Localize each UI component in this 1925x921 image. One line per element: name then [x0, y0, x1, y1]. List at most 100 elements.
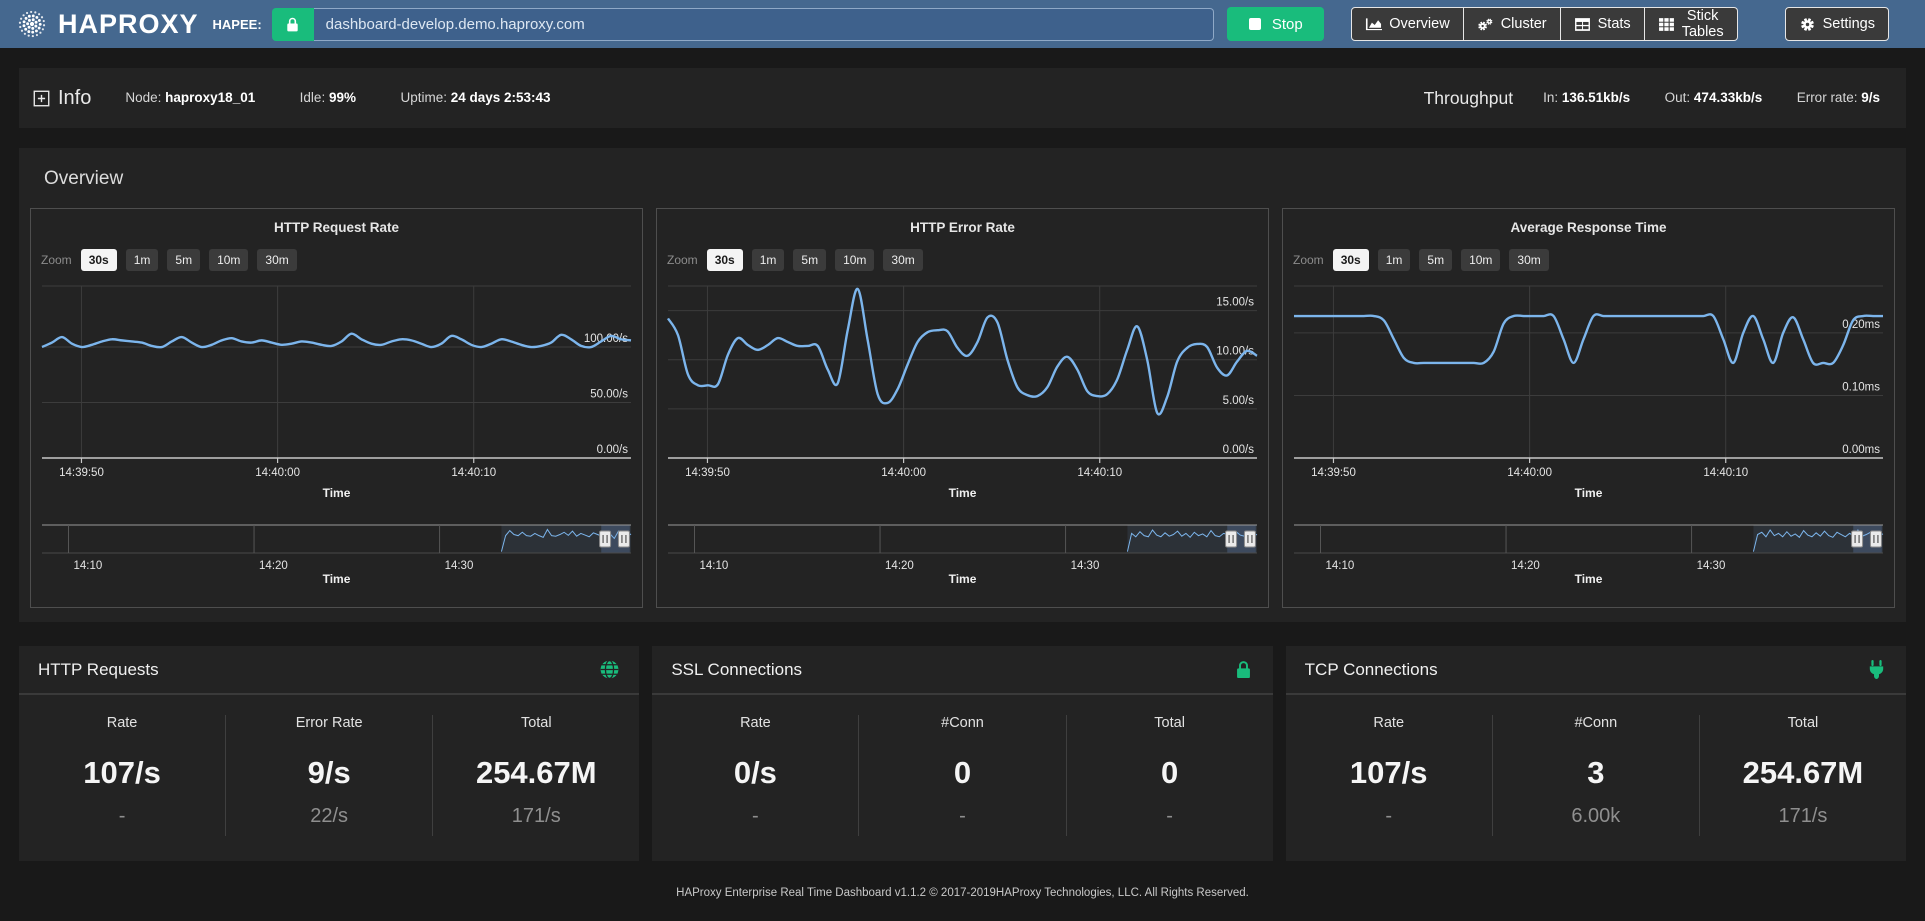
svg-text:14:39:50: 14:39:50 — [1311, 467, 1356, 479]
stat-cards-row: HTTP Requests Rate 107/s - Error Rate 9/… — [19, 646, 1906, 861]
nav-button-stats[interactable]: Stats — [1561, 7, 1645, 41]
chart-title: HTTP Error Rate — [910, 219, 1015, 236]
stat-column-header: Error Rate — [226, 715, 432, 731]
url-input[interactable] — [314, 8, 1215, 41]
overview-section-title: Overview — [30, 158, 1895, 208]
chart-navigator[interactable]: 14:1014:2014:30Time — [660, 522, 1265, 586]
zoom-preset-30s-button[interactable]: 30s — [81, 249, 117, 271]
zoom-preset-10m-button[interactable]: 10m — [1461, 249, 1500, 271]
settings-button[interactable]: Settings — [1785, 7, 1889, 41]
svg-text:14:20: 14:20 — [885, 560, 914, 572]
stat-column-value: 0/s — [652, 755, 858, 791]
svg-text:14:40:00: 14:40:00 — [881, 467, 926, 479]
zoom-preset-5m-button[interactable]: 5m — [1419, 249, 1452, 271]
info-bar-left: Info Node: haproxy18_01 Idle: 99% Uptime… — [33, 87, 591, 110]
svg-text:5.00/s: 5.00/s — [1223, 395, 1255, 407]
chart-panel-average-response-time: Average Response Time Zoom 30s1m5m10m30m… — [1282, 208, 1895, 608]
info-field-idle: Idle: 99% — [300, 90, 356, 105]
zoom-range-selector: Zoom 30s1m5m10m30m — [31, 248, 642, 272]
svg-text:14:40:00: 14:40:00 — [255, 467, 300, 479]
throughput-field-out: Out: 474.33kb/s — [1665, 90, 1763, 105]
zoom-preset-10m-button[interactable]: 10m — [209, 249, 248, 271]
haproxy-logo: HAPROXY — [14, 6, 199, 42]
svg-text:14:40:10: 14:40:10 — [1703, 467, 1748, 479]
info-expand-control[interactable]: Info — [33, 87, 91, 110]
zoom-preset-1m-button[interactable]: 1m — [752, 249, 785, 271]
stat-column-header: #Conn — [1493, 715, 1699, 731]
nav-button-stick-tables[interactable]: Stick Tables — [1645, 7, 1738, 41]
stat-column-errorrate: Error Rate 9/s 22/s — [225, 715, 432, 836]
table-icon — [1574, 17, 1591, 32]
stat-card-body: Rate 0/s - #Conn 0 - Total 0 - — [652, 695, 1272, 836]
zoom-preset-30m-button[interactable]: 30m — [257, 249, 296, 271]
stat-column-value: 0 — [1067, 755, 1273, 791]
stat-card-title: HTTP Requests — [38, 660, 159, 680]
chart-title: HTTP Request Rate — [274, 219, 399, 236]
stat-column-header: Rate — [19, 715, 225, 731]
throughput-fields: In: 136.51kb/s Out: 474.33kb/s Error rat… — [1513, 89, 1880, 107]
stat-column-header: #Conn — [859, 715, 1065, 731]
zoom-preset-30s-button[interactable]: 30s — [707, 249, 743, 271]
zoom-preset-10m-button[interactable]: 10m — [835, 249, 874, 271]
nav-button-overview[interactable]: Overview — [1351, 7, 1463, 41]
stat-column-subvalue: - — [652, 805, 858, 836]
chart-plot-area[interactable]: 14:39:5014:40:0014:40:10100.00/s50.00/s0… — [34, 280, 639, 518]
stat-column-conn: #Conn 3 6.00k — [1492, 715, 1699, 836]
lock-icon — [272, 8, 314, 41]
cogs-icon — [1477, 17, 1494, 32]
stat-column-subvalue: 6.00k — [1493, 805, 1699, 836]
stat-column-conn: #Conn 0 - — [858, 715, 1065, 836]
zoom-preset-30m-button[interactable]: 30m — [1509, 249, 1548, 271]
svg-text:14:40:00: 14:40:00 — [1507, 467, 1552, 479]
stat-column-header: Rate — [652, 715, 858, 731]
stat-column-subvalue: 22/s — [226, 805, 432, 836]
stat-column-value: 107/s — [19, 755, 225, 791]
chart-navigator[interactable]: 14:1014:2014:30Time — [1286, 522, 1891, 586]
stat-column-total: Total 254.67M 171/s — [1699, 715, 1906, 836]
stat-column-header: Total — [1067, 715, 1273, 731]
svg-text:50.00/s: 50.00/s — [590, 389, 628, 401]
svg-text:Time: Time — [323, 572, 351, 586]
stop-button[interactable]: Stop — [1227, 7, 1324, 41]
stat-column-total: Total 0 - — [1066, 715, 1273, 836]
svg-text:0.00ms: 0.00ms — [1842, 444, 1880, 456]
throughput-field-in: In: 136.51kb/s — [1543, 90, 1630, 105]
zoom-preset-1m-button[interactable]: 1m — [126, 249, 159, 271]
plus-square-icon — [33, 90, 50, 107]
svg-text:14:30: 14:30 — [1697, 560, 1726, 572]
nav-button-cluster[interactable]: Cluster — [1464, 7, 1561, 41]
stat-column-value: 0 — [859, 755, 1065, 791]
stat-card-tcp-connections: TCP Connections Rate 107/s - #Conn 3 6.0… — [1286, 646, 1906, 861]
stat-column-value: 9/s — [226, 755, 432, 791]
chart-panel-http-request-rate: HTTP Request Rate Zoom 30s1m5m10m30m 14:… — [30, 208, 643, 608]
svg-text:14:40:10: 14:40:10 — [451, 467, 496, 479]
settings-label: Settings — [1823, 16, 1875, 32]
chart-plot-area[interactable]: 14:39:5014:40:0014:40:100.20ms0.10ms0.00… — [1286, 280, 1891, 518]
svg-text:14:10: 14:10 — [74, 560, 103, 572]
stat-column-value: 3 — [1493, 755, 1699, 791]
stat-column-rate: Rate 107/s - — [19, 715, 225, 836]
zoom-preset-5m-button[interactable]: 5m — [793, 249, 826, 271]
zoom-preset-30m-button[interactable]: 30m — [883, 249, 922, 271]
hapee-label: HAPEE: — [213, 17, 262, 32]
info-bar-right: Throughput In: 136.51kb/s Out: 474.33kb/… — [1424, 88, 1880, 109]
zoom-preset-1m-button[interactable]: 1m — [1378, 249, 1411, 271]
stop-label: Stop — [1272, 16, 1303, 33]
top-navbar: HAPROXY HAPEE: Stop Overview Cluster Sta… — [0, 0, 1925, 48]
info-field-uptime: Uptime: 24 days 2:53:43 — [400, 90, 550, 105]
svg-text:14:10: 14:10 — [700, 560, 729, 572]
chart-navigator[interactable]: 14:1014:2014:30Time — [34, 522, 639, 586]
chart-title: Average Response Time — [1510, 219, 1666, 236]
zoom-preset-30s-button[interactable]: 30s — [1333, 249, 1369, 271]
svg-text:14:20: 14:20 — [1511, 560, 1540, 572]
haproxy-logo-icon — [14, 6, 50, 42]
svg-text:Time: Time — [1575, 486, 1603, 500]
zoom-preset-5m-button[interactable]: 5m — [167, 249, 200, 271]
stat-column-subvalue: 171/s — [1700, 805, 1906, 836]
stop-icon — [1249, 18, 1261, 30]
stat-column-total: Total 254.67M 171/s — [432, 715, 639, 836]
nav-button-group: Overview Cluster Stats Stick Tables — [1351, 7, 1737, 41]
stat-column-rate: Rate 107/s - — [1286, 715, 1492, 836]
stat-card-title: SSL Connections — [671, 660, 802, 680]
chart-plot-area[interactable]: 14:39:5014:40:0014:40:1015.00/s10.00/s5.… — [660, 280, 1265, 518]
